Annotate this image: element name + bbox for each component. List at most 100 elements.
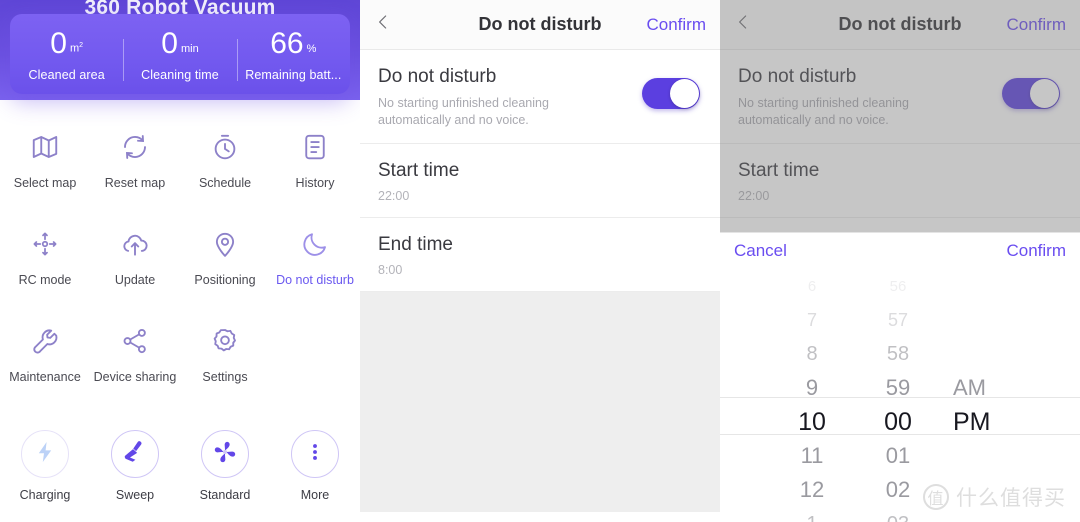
grid-item-schedule[interactable]: Schedule: [180, 112, 270, 209]
wheel-item[interactable]: 59: [855, 371, 941, 405]
end-time-row[interactable]: End time 8:00: [360, 218, 720, 292]
wheel-item[interactable]: 58: [855, 337, 941, 371]
timer-icon: [210, 130, 240, 164]
wheel-item[interactable]: 9: [769, 371, 855, 405]
grid-item-label: Settings: [202, 370, 248, 384]
action-circle[interactable]: [201, 430, 249, 478]
picker-action-bar: Cancel Confirm: [720, 233, 1080, 269]
cloud-upload-icon: [120, 227, 150, 261]
stat-cleaning-time: 0 min Cleaning time: [123, 27, 236, 82]
toggle-knob: [1030, 79, 1059, 108]
grid-item-device-sharing[interactable]: Device sharing: [90, 306, 180, 403]
row-value: 8:00: [378, 263, 403, 277]
grid-item-label: Update: [114, 273, 156, 287]
wheel-item[interactable]: 11: [769, 439, 855, 473]
grid-item-empty: [270, 306, 360, 403]
do-not-disturb-panel: Do not disturb Confirm Do not disturb No…: [360, 0, 720, 522]
grid-item-select-map[interactable]: Select map: [0, 112, 90, 209]
action-label: Sweep: [115, 488, 155, 502]
stat-unit: m2: [69, 41, 84, 55]
nav-bar: Do not disturb Confirm: [360, 0, 720, 50]
stat-label: Cleaned area: [28, 67, 105, 82]
action-more[interactable]: More: [270, 430, 360, 502]
broom-icon: [122, 439, 148, 470]
feature-icon-grid: Select map Reset map Schedule History RC…: [0, 112, 360, 403]
lightning-bolt-icon: [33, 440, 57, 469]
grid-item-label: Reset map: [104, 176, 166, 190]
watermark-text: 什么值得买: [956, 487, 1066, 510]
grid-item-label: Do not disturb: [276, 273, 354, 287]
dnd-toggle-row: Do not disturb No starting unfinished cl…: [720, 50, 1080, 144]
dnd-toggle-switch[interactable]: [642, 78, 700, 109]
watermark: 值 什么值得买: [923, 482, 1066, 512]
wheel-item[interactable]: 56: [855, 269, 941, 303]
grid-item-history[interactable]: History: [270, 112, 360, 209]
action-label: Charging: [19, 488, 71, 502]
back-button[interactable]: [734, 13, 764, 36]
picker-confirm-button[interactable]: Confirm: [1006, 241, 1066, 261]
document-list-icon: [300, 130, 330, 164]
grid-item-positioning[interactable]: Positioning: [180, 209, 270, 306]
grid-item-label: Maintenance: [9, 370, 81, 384]
confirm-button[interactable]: Confirm: [1006, 15, 1066, 35]
time-picker-panel: Do not disturb Confirm Do not disturb No…: [720, 0, 1080, 522]
share-nodes-icon: [120, 324, 150, 358]
more-dots-icon: [304, 441, 326, 468]
wheel-item[interactable]: 12: [769, 473, 855, 507]
stat-label: Cleaning time: [141, 67, 219, 82]
hour-wheel[interactable]: 6 7 8 9 10 11 12 1 2: [769, 269, 855, 522]
action-charging[interactable]: Charging: [0, 430, 90, 502]
action-circle[interactable]: [291, 430, 339, 478]
row-title: End time: [378, 234, 453, 255]
status-summary-card: 0 m2 Cleaned area 0 min Cleaning time 66…: [10, 14, 350, 94]
empty-content-area: [360, 292, 720, 512]
grid-item-maintenance[interactable]: Maintenance: [0, 306, 90, 403]
time-picker-sheet: Cancel Confirm 6 7 8 9 10 11 12 1 2 56: [720, 232, 1080, 522]
wheel-item[interactable]: 6: [769, 269, 855, 303]
grid-item-label: History: [295, 176, 335, 190]
stat-label: Remaining batt...: [245, 67, 342, 82]
action-circle[interactable]: [111, 430, 159, 478]
device-home-panel: 360 Robot Vacuum 0 m2 Cleaned area 0 min…: [0, 0, 360, 522]
fan-icon: [212, 439, 238, 470]
grid-item-update[interactable]: Update: [90, 209, 180, 306]
stat-remaining-battery: 66 % Remaining batt...: [236, 26, 350, 82]
back-button[interactable]: [374, 13, 404, 36]
grid-item-do-not-disturb[interactable]: Do not disturb: [270, 209, 360, 306]
gear-icon: [210, 324, 240, 358]
action-sweep[interactable]: Sweep: [90, 430, 180, 502]
row-value: 22:00: [738, 189, 770, 203]
watermark-badge: 值: [923, 484, 949, 510]
start-time-row[interactable]: Start time 22:00: [360, 144, 720, 218]
action-circle[interactable]: [21, 430, 69, 478]
wheel-item[interactable]: 7: [769, 303, 855, 337]
wheel-item-pm-selected[interactable]: PM: [941, 405, 1037, 439]
wheel-item-am[interactable]: AM: [941, 371, 1037, 405]
nav-bar: Do not disturb Confirm: [720, 0, 1080, 50]
grid-item-reset-map[interactable]: Reset map: [90, 112, 180, 209]
wheel-item-selected[interactable]: 00: [855, 405, 941, 439]
stat-unit: %: [306, 42, 317, 55]
confirm-button[interactable]: Confirm: [646, 15, 706, 35]
wrench-icon: [30, 324, 60, 358]
stat-value: 0: [50, 26, 67, 60]
dnd-toggle-switch[interactable]: [1002, 78, 1060, 109]
action-standard[interactable]: Standard: [180, 430, 270, 502]
picker-cancel-button[interactable]: Cancel: [734, 241, 787, 261]
wheel-item[interactable]: 8: [769, 337, 855, 371]
primary-action-row: Charging Sweep Standard More: [0, 430, 360, 502]
stat-value: 66: [270, 26, 304, 60]
stat-value: 0: [161, 26, 178, 60]
wheel-item[interactable]: 01: [855, 439, 941, 473]
action-label: More: [300, 488, 330, 502]
wheel-item[interactable]: 57: [855, 303, 941, 337]
joystick-arrows-icon: [30, 227, 60, 261]
wheel-item-selected[interactable]: 10: [769, 405, 855, 439]
start-time-row[interactable]: Start time 22:00: [720, 144, 1080, 218]
map-icon: [30, 130, 60, 164]
chevron-left-icon: [734, 13, 752, 36]
grid-item-rc-mode[interactable]: RC mode: [0, 209, 90, 306]
grid-item-settings[interactable]: Settings: [180, 306, 270, 403]
row-value: 22:00: [378, 189, 410, 203]
wheel-item[interactable]: 1: [769, 507, 855, 522]
